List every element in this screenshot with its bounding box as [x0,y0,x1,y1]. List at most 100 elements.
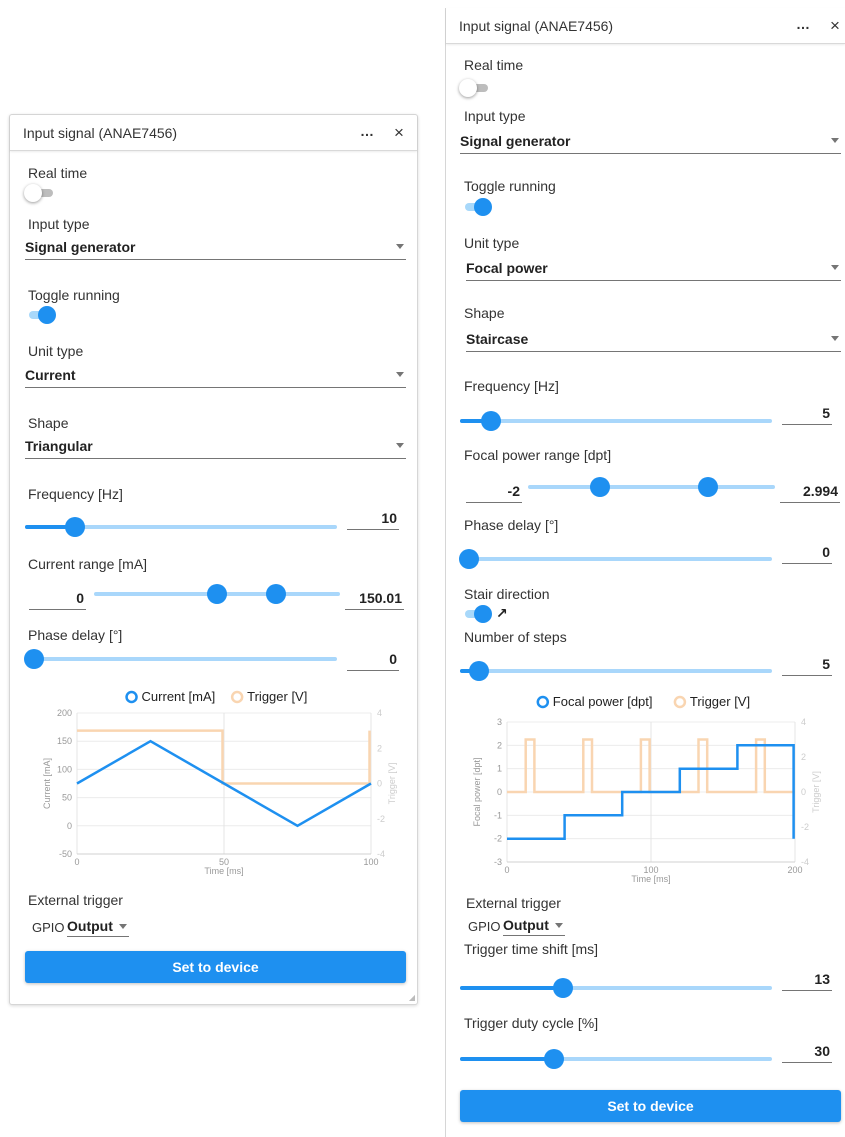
shape-label: Shape [464,305,505,321]
number-of-steps-slider[interactable] [460,660,772,682]
y-axis-title: Current [mA] [42,758,52,809]
input-type-select[interactable]: Signal generator [460,130,841,154]
range-max-input[interactable]: 150.01 [345,588,404,610]
slider-rail [528,485,775,489]
range-max-thumb[interactable] [698,477,719,497]
panel-titlebar[interactable]: Input signal (ANAE7456) … × [10,115,417,151]
gpio-select[interactable]: Output [503,916,565,936]
frequency-input[interactable]: 10 [347,508,399,530]
input-type-label: Input type [464,108,526,124]
arrow-up-right-icon: ↗ [496,605,508,621]
external-trigger-label: External trigger [466,895,561,911]
y-tick-label: 1 [497,764,502,774]
more-options-icon[interactable]: … [796,16,811,32]
range-slider[interactable] [94,583,340,605]
real-time-toggle[interactable] [24,183,54,203]
unit-type-label: Unit type [28,343,84,359]
trigger-time-shift-label: Trigger time shift [ms] [464,941,599,957]
slider-thumb[interactable] [459,549,479,569]
y2-tick-label: -2 [801,822,809,832]
gpio-value: Output [503,917,549,933]
x-axis-title: Time [ms] [204,866,243,876]
y2-tick-label: 0 [377,779,382,789]
slider-thumb[interactable] [64,517,85,537]
toggle-running-switch[interactable] [462,197,492,217]
close-icon[interactable]: × [394,123,404,143]
input-type-value: Signal generator [25,239,136,255]
trigger-duty-cycle-slider[interactable] [460,1048,772,1070]
range-min-input[interactable]: 0 [29,588,86,610]
slider-rail [460,419,772,423]
range-max-thumb[interactable] [266,584,287,604]
range-min-thumb[interactable] [589,477,610,497]
range-max-input[interactable]: 2.994 [780,481,840,503]
slider-thumb[interactable] [543,1049,564,1069]
close-icon[interactable]: × [830,16,840,36]
gpio-value: Output [67,918,113,934]
panel-title: Input signal (ANAE7456) [459,17,614,34]
trigger-time-shift-input[interactable]: 13 [782,969,832,991]
real-time-label: Real time [28,165,88,181]
legend-label: Focal power [dpt] [553,694,653,709]
phase-delay-slider[interactable] [24,648,337,670]
y2-tick-label: 4 [801,717,806,727]
set-to-device-button[interactable]: Set to device [460,1090,841,1122]
y-tick-label: 0 [497,787,502,797]
phase-delay-input[interactable]: 0 [347,649,399,671]
frequency-slider[interactable] [25,516,337,538]
slider-thumb[interactable] [552,978,573,998]
frequency-label: Frequency [Hz] [28,486,123,502]
chevron-down-icon [831,138,839,143]
more-options-icon[interactable]: … [360,123,375,139]
toggle-running-switch[interactable] [26,305,56,325]
frequency-slider[interactable] [460,410,772,432]
slider-thumb[interactable] [24,649,44,669]
range-min-input[interactable]: -2 [466,481,522,503]
resize-grip-icon[interactable]: ◢ [409,993,415,1002]
y-tick-label: 150 [57,736,72,746]
number-of-steps-input[interactable]: 5 [782,654,832,676]
frequency-input[interactable]: 5 [782,403,832,425]
unit-type-select[interactable]: Focal power [466,257,841,281]
y2-tick-label: 2 [377,743,382,753]
gpio-select[interactable]: Output [67,917,129,937]
gpio-label: GPIO [468,919,501,934]
phase-delay-label: Phase delay [°] [464,517,559,533]
range-slider[interactable] [528,476,775,498]
chevron-down-icon [831,336,839,341]
y-tick-label: 2 [497,740,502,750]
real-time-toggle[interactable] [459,78,489,98]
phase-delay-slider[interactable] [459,548,772,570]
trigger-duty-cycle-input[interactable]: 30 [782,1041,832,1063]
input-signal-panel-left: Input signal (ANAE7456) … × Real time In… [9,114,418,1005]
stair-direction-toggle[interactable] [462,604,492,624]
y-tick-label: 3 [497,717,502,727]
shape-select[interactable]: Staircase [466,328,841,352]
trigger-time-shift-slider[interactable] [460,977,772,999]
y2-tick-label: 2 [801,752,806,762]
frequency-label: Frequency [Hz] [464,378,559,394]
y2-axis-title: Trigger [V] [811,771,821,813]
chevron-down-icon [831,265,839,270]
phase-delay-input[interactable]: 0 [782,542,832,564]
panel-titlebar[interactable]: Input signal (ANAE7456) … × [446,8,845,44]
y-tick-label: 200 [57,708,72,718]
legend-label: Trigger [V] [690,694,750,709]
input-signal-panel-right: Input signal (ANAE7456) … × Real time In… [445,8,845,1137]
slider-thumb[interactable] [481,411,502,431]
input-type-select[interactable]: Signal generator [25,236,406,260]
y2-axis-title: Trigger [V] [387,763,397,805]
shape-select[interactable]: Triangular [25,435,406,459]
slider-fill [460,1057,554,1061]
slider-rail [34,657,337,661]
range-min-thumb[interactable] [207,584,227,604]
slider-thumb[interactable] [468,661,489,681]
set-to-device-button[interactable]: Set to device [25,951,406,983]
shape-label: Shape [28,415,69,431]
unit-type-select[interactable]: Current [25,364,406,388]
toggle-running-label: Toggle running [28,287,120,303]
y2-tick-label: 0 [801,787,806,797]
chevron-down-icon [396,372,404,377]
legend-label: Trigger [V] [247,689,307,704]
range-label: Focal power range [dpt] [464,447,612,463]
